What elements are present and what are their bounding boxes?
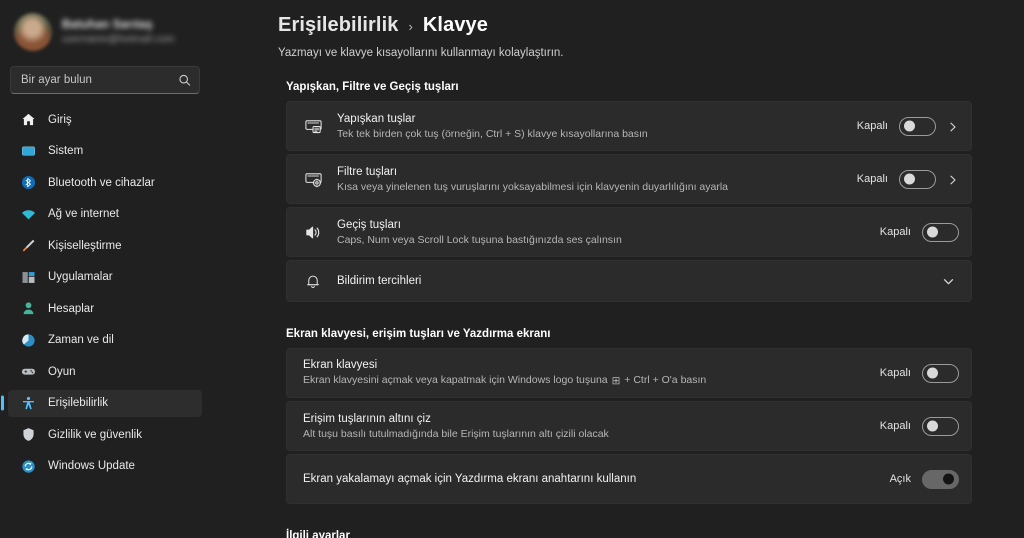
toggle-state-label: Kapalı <box>852 120 888 132</box>
setting-row-underline-access-keys[interactable]: Erişim tuşlarının altını çiz Alt tuşu ba… <box>286 401 972 451</box>
toggle-state-label: Kapalı <box>875 367 911 379</box>
onscreen-keyboard-toggle[interactable] <box>922 364 959 383</box>
sidebar-nav: Giriş Sistem Bluetooth ve cihazlar Ağ ve… <box>0 104 210 480</box>
related-settings-section: İlgili ayarlar <box>278 530 972 538</box>
chevron-right-icon: › <box>408 19 412 34</box>
page-title: Klavye <box>423 14 488 37</box>
sidebar-item-bluetooth-ve-cihazlar[interactable]: Bluetooth ve cihazlar <box>8 169 202 196</box>
setting-subtitle-before: Ekran klavyesini açmak veya kapatmak içi… <box>303 374 611 386</box>
page-description: Yazmayı ve klavye kısayollarını kullanma… <box>278 47 972 59</box>
setting-subtitle: Ekran klavyesini açmak veya kapatmak içi… <box>303 374 861 388</box>
apps-icon <box>20 269 36 285</box>
bluetooth-icon <box>20 175 36 191</box>
filter-keys-toggle[interactable] <box>899 170 936 189</box>
toggle-keys-speaker-icon <box>303 222 323 242</box>
setting-title: Geçiş tuşları <box>337 218 861 232</box>
account-name: Batuhan Sarıtaş <box>62 19 175 31</box>
sidebar-item-hesaplar[interactable]: Hesaplar <box>8 295 202 322</box>
account-email: username@hotmail.com <box>62 34 175 45</box>
home-icon <box>20 112 36 128</box>
avatar <box>14 13 52 51</box>
toggle-state-label: Kapalı <box>875 226 911 238</box>
sidebar-item-label: Hesaplar <box>48 303 94 315</box>
sidebar-item-label: Zaman ve dil <box>48 334 114 346</box>
setting-row-notification-preferences[interactable]: Bildirim tercihleri <box>286 260 972 302</box>
toggle-state-label: Kapalı <box>875 420 911 432</box>
main-content: Erişilebilirlik › Klavye Yazmayı ve klav… <box>210 0 1024 538</box>
sidebar-item-erisilebilirlik[interactable]: Erişilebilirlik <box>8 390 202 417</box>
setting-subtitle: Alt tuşu basılı tutulmadığında bile Eriş… <box>303 428 861 441</box>
accessibility-icon <box>20 395 36 411</box>
sidebar-item-label: Erişilebilirlik <box>48 397 108 409</box>
setting-row-toggle-keys[interactable]: Geçiş tuşları Caps, Num veya Scroll Lock… <box>286 207 972 257</box>
setting-title: Yapışkan tuşlar <box>337 112 838 126</box>
sidebar-item-label: Bluetooth ve cihazlar <box>48 177 155 189</box>
related-settings-title: İlgili ayarlar <box>286 530 972 538</box>
setting-row-sticky-keys[interactable]: Yapışkan tuşlar Tek tek birden çok tuş (… <box>286 101 972 151</box>
sidebar-item-label: Ağ ve internet <box>48 208 119 220</box>
setting-subtitle: Tek tek birden çok tuş (örneğin, Ctrl + … <box>337 128 838 141</box>
sidebar-item-windows-update[interactable]: Windows Update <box>8 453 202 480</box>
sidebar-item-label: Gizlilik ve güvenlik <box>48 429 142 441</box>
toggle-keys-toggle[interactable] <box>922 223 959 242</box>
search-box[interactable] <box>10 66 200 94</box>
wifi-icon <box>20 206 36 222</box>
search-input[interactable] <box>21 74 173 86</box>
sidebar: Batuhan Sarıtaş username@hotmail.com Gir… <box>0 0 210 538</box>
chevron-down-icon[interactable] <box>942 275 955 288</box>
breadcrumb-root-link[interactable]: Erişilebilirlik <box>278 14 398 37</box>
account-card[interactable]: Batuhan Sarıtaş username@hotmail.com <box>0 0 210 62</box>
search-icon <box>178 74 191 87</box>
settings-window: Batuhan Sarıtaş username@hotmail.com Gir… <box>0 0 1024 538</box>
settings-group-2: Ekran klavyesi Ekran klavyesini açmak ve… <box>286 348 972 504</box>
setting-subtitle-after: + Ctrl + O'a basın <box>621 374 706 386</box>
sidebar-item-zaman-ve-dil[interactable]: Zaman ve dil <box>8 327 202 354</box>
sidebar-item-sistem[interactable]: Sistem <box>8 138 202 165</box>
section-title-onscreen-keyboard: Ekran klavyesi, erişim tuşları ve Yazdır… <box>286 328 972 340</box>
clock-globe-icon <box>20 332 36 348</box>
sidebar-item-uygulamalar[interactable]: Uygulamalar <box>8 264 202 291</box>
settings-group-1: Yapışkan tuşlar Tek tek birden çok tuş (… <box>286 101 972 302</box>
sidebar-item-giris[interactable]: Giriş <box>8 106 202 133</box>
update-icon <box>20 458 36 474</box>
setting-row-onscreen-keyboard[interactable]: Ekran klavyesi Ekran klavyesini açmak ve… <box>286 348 972 398</box>
setting-subtitle: Kısa veya yinelenen tuş vuruşlarını yoks… <box>337 181 838 194</box>
toggle-state-label: Kapalı <box>852 173 888 185</box>
sidebar-item-kisisellestirme[interactable]: Kişiselleştirme <box>8 232 202 259</box>
accounts-icon <box>20 301 36 317</box>
filter-keys-icon <box>303 169 323 189</box>
setting-title: Ekran yakalamayı açmak için Yazdırma ekr… <box>303 472 861 486</box>
gamepad-icon <box>20 364 36 380</box>
sticky-keys-icon <box>303 116 323 136</box>
chevron-right-icon[interactable] <box>947 120 959 132</box>
breadcrumb: Erişilebilirlik › Klavye <box>278 14 972 37</box>
sidebar-item-gizlilik-ve-guvenlik[interactable]: Gizlilik ve güvenlik <box>8 421 202 448</box>
system-icon <box>20 143 36 159</box>
sidebar-item-oyun[interactable]: Oyun <box>8 358 202 385</box>
brush-icon <box>20 238 36 254</box>
setting-row-print-screen-snipping[interactable]: Ekran yakalamayı açmak için Yazdırma ekr… <box>286 454 972 504</box>
section-title-sticky-filter-toggle: Yapışkan, Filtre ve Geçiş tuşları <box>286 81 972 93</box>
setting-title: Bildirim tercihleri <box>337 274 928 288</box>
sidebar-item-ag-ve-internet[interactable]: Ağ ve internet <box>8 201 202 228</box>
setting-title: Ekran klavyesi <box>303 358 861 372</box>
windows-key-icon: ⊞ <box>612 375 621 388</box>
sticky-keys-toggle[interactable] <box>899 117 936 136</box>
sidebar-item-label: Kişiselleştirme <box>48 240 122 252</box>
setting-title: Filtre tuşları <box>337 165 838 179</box>
toggle-state-label: Açık <box>875 473 911 485</box>
print-screen-toggle[interactable] <box>922 470 959 489</box>
setting-row-filter-keys[interactable]: Filtre tuşları Kısa veya yinelenen tuş v… <box>286 154 972 204</box>
sidebar-item-label: Sistem <box>48 145 83 157</box>
setting-title: Erişim tuşlarının altını çiz <box>303 412 861 426</box>
sidebar-item-label: Uygulamalar <box>48 271 113 283</box>
sidebar-item-label: Oyun <box>48 366 76 378</box>
shield-icon <box>20 427 36 443</box>
sidebar-item-label: Windows Update <box>48 460 135 472</box>
sidebar-item-label: Giriş <box>48 114 72 126</box>
chevron-right-icon[interactable] <box>947 173 959 185</box>
underline-access-keys-toggle[interactable] <box>922 417 959 436</box>
bell-icon <box>303 271 323 291</box>
setting-subtitle: Caps, Num veya Scroll Lock tuşuna bastığ… <box>337 234 861 247</box>
